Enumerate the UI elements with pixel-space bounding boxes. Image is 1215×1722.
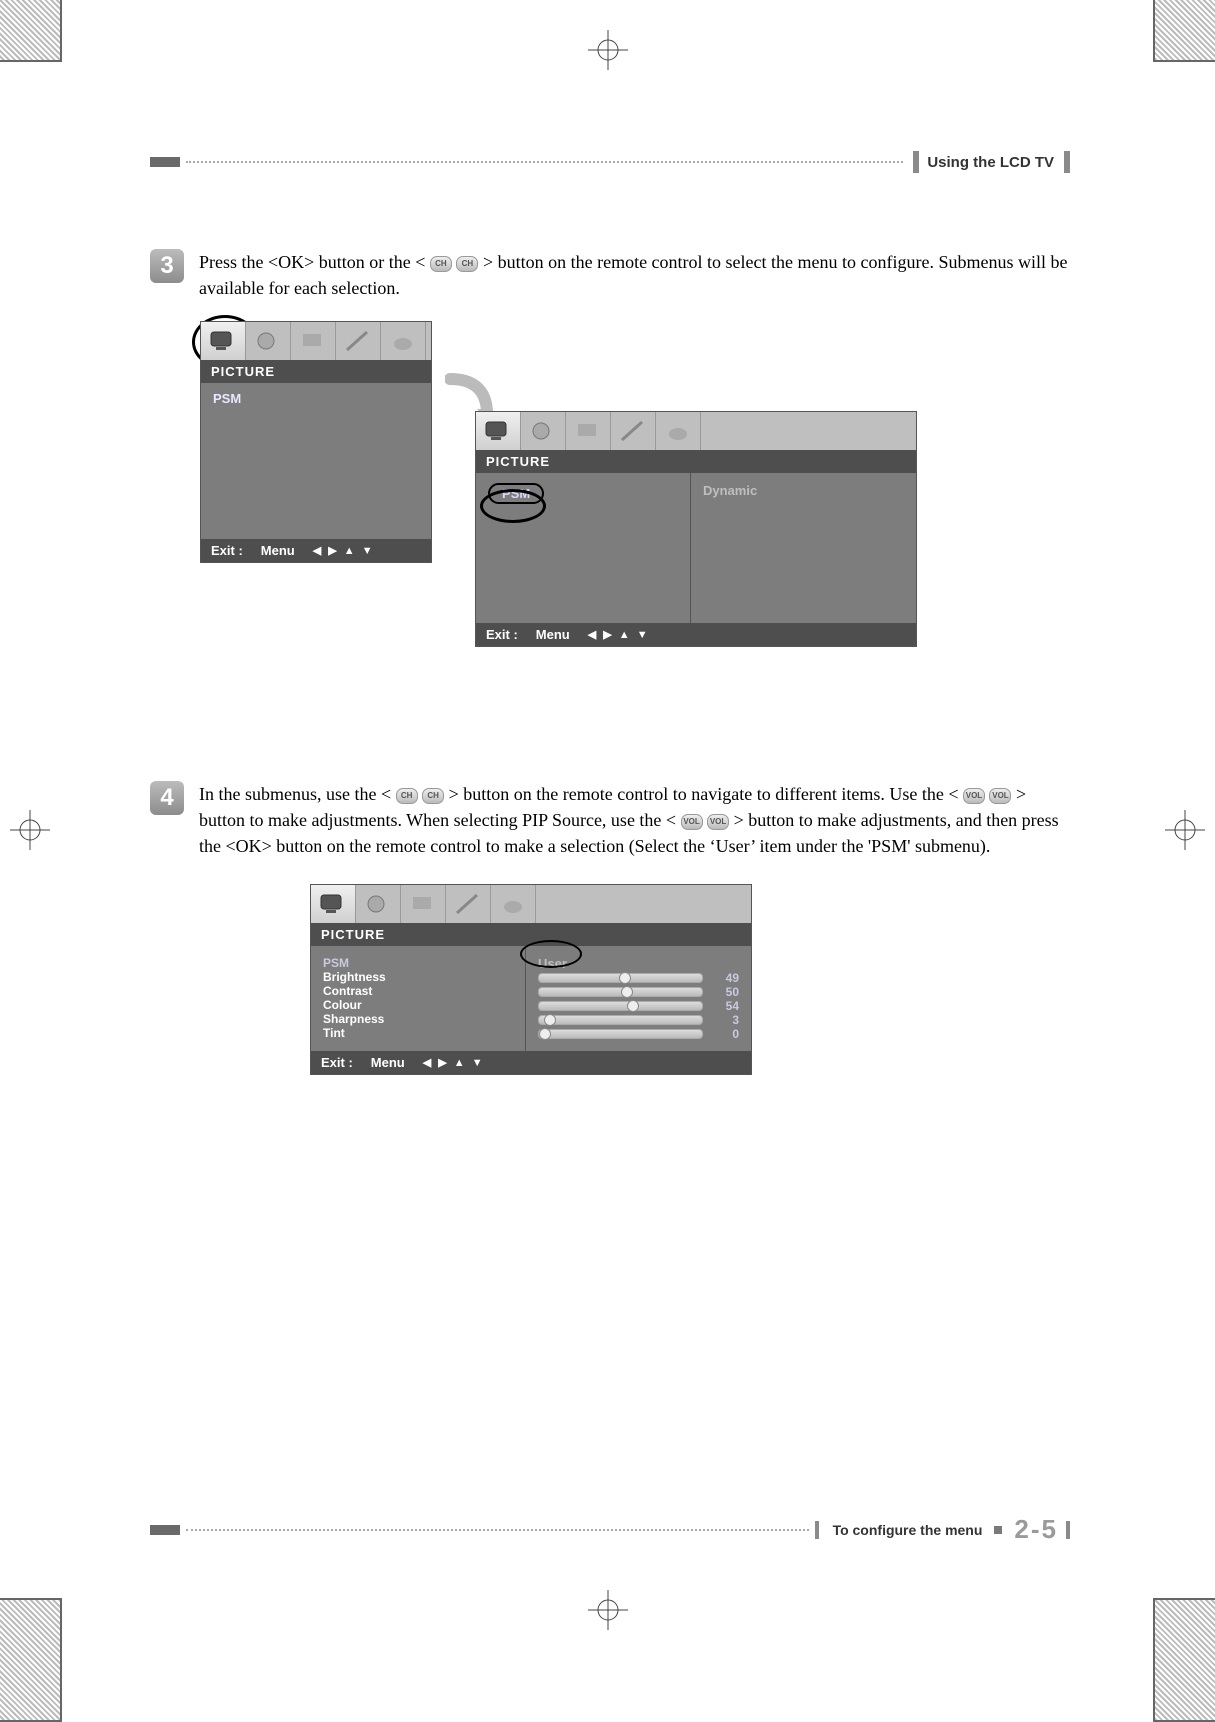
- ch-up-button-icon: CH: [456, 256, 478, 272]
- slider-value: 49: [711, 971, 739, 985]
- osd-title: PICTURE: [201, 360, 431, 383]
- tab-sound-icon: [356, 885, 401, 923]
- nav-arrows-icon: ◀ ▶ ▲ ▼: [423, 1056, 485, 1069]
- osd-footer: Exit : Menu ◀ ▶ ▲ ▼: [201, 539, 431, 562]
- step-number-badge: 4: [150, 781, 184, 815]
- setting-value-row: 54: [538, 999, 739, 1013]
- tab-sound-icon: [521, 412, 566, 450]
- osd-picture-settings: PICTURE PSMBrightnessContrastColourSharp…: [310, 884, 752, 1075]
- setting-label: Sharpness: [323, 1012, 493, 1026]
- setting-label: Tint: [323, 1026, 493, 1040]
- vol-down-button-icon: VOL: [963, 788, 985, 804]
- footer-title: To configure the menu: [833, 1522, 983, 1538]
- setting-label: PSM: [323, 956, 493, 970]
- header-title: Using the LCD TV: [927, 154, 1054, 171]
- tab-install-icon: [336, 322, 381, 360]
- page-number: 2-5: [1014, 1514, 1058, 1545]
- slider-thumb-icon: [627, 1000, 639, 1012]
- slider-thumb-icon: [619, 972, 631, 984]
- step-3-text: Press the <OK> button or the < CH CH > b…: [199, 249, 1070, 301]
- nav-arrows-icon: ◀ ▶ ▲ ▼: [313, 544, 375, 557]
- slider-track: [538, 1001, 703, 1011]
- osd-picture-submenu: PICTURE PSM Dynamic Exit : Menu ◀ ▶ ▲ ▼: [475, 411, 917, 647]
- slider-value: 0: [711, 1027, 739, 1041]
- tab-feature-icon: [566, 412, 611, 450]
- setting-value-row: 50: [538, 985, 739, 999]
- tab-picture-icon: [476, 412, 521, 450]
- tab-channel-icon: [491, 885, 536, 923]
- ch-down-button-icon: CH: [396, 788, 418, 804]
- slider-thumb-icon: [539, 1028, 551, 1040]
- tab-picture-icon: [311, 885, 356, 923]
- setting-row: PSM: [323, 956, 513, 970]
- setting-label: Contrast: [323, 984, 493, 998]
- setting-row: Tint: [323, 1026, 513, 1040]
- footer-bar-icon: [150, 1525, 180, 1535]
- page-header: Using the LCD TV: [150, 155, 1070, 169]
- tab-picture-icon: [201, 322, 246, 360]
- page-footer: To configure the menu 2-5: [150, 1514, 1070, 1545]
- setting-value-row: 3: [538, 1013, 739, 1027]
- setting-label: Colour: [323, 998, 493, 1012]
- vol-up-button-icon: VOL: [989, 788, 1011, 804]
- step-4-text: In the submenus, use the < CH CH > butto…: [199, 781, 1070, 859]
- page-content: Using the LCD TV 3 Press the <OK> button…: [150, 155, 1070, 1075]
- slider-value: 54: [711, 999, 739, 1013]
- slider-value: 50: [711, 985, 739, 999]
- vol-up-button-icon: VOL: [707, 814, 729, 830]
- slider-track: [538, 1015, 703, 1025]
- setting-row: Brightness: [323, 970, 513, 984]
- osd-footer: Exit : Menu ◀ ▶ ▲ ▼: [476, 623, 916, 646]
- step-4: 4 In the submenus, use the < CH CH > but…: [150, 781, 1070, 859]
- setting-row: Colour: [323, 998, 513, 1012]
- header-bar-icon: [150, 157, 180, 167]
- nav-arrows-icon: ◀ ▶ ▲ ▼: [588, 628, 650, 641]
- slider-thumb-icon: [621, 986, 633, 998]
- ch-down-button-icon: CH: [430, 256, 452, 272]
- slider-thumb-icon: [544, 1014, 556, 1026]
- slider-value: 3: [711, 1013, 739, 1027]
- psm-value: Dynamic: [703, 483, 904, 498]
- osd-footer: Exit : Menu ◀ ▶ ▲ ▼: [311, 1051, 751, 1074]
- setting-value-row: 49: [538, 971, 739, 985]
- tab-install-icon: [611, 412, 656, 450]
- osd-picture-menu: PICTURE PSM Exit : Menu ◀ ▶ ▲ ▼: [200, 321, 432, 563]
- highlight-circle-icon: [480, 489, 546, 523]
- tab-channel-icon: [656, 412, 701, 450]
- footer-square-icon: [994, 1526, 1002, 1534]
- tab-feature-icon: [401, 885, 446, 923]
- step-number-badge: 3: [150, 249, 184, 283]
- menu-item-psm: PSM: [213, 391, 419, 406]
- slider-track: [538, 987, 703, 997]
- setting-label: Brightness: [323, 970, 493, 984]
- tab-feature-icon: [291, 322, 336, 360]
- step-3: 3 Press the <OK> button or the < CH CH >…: [150, 249, 1070, 301]
- setting-row: Contrast: [323, 984, 513, 998]
- slider-track: [538, 1029, 703, 1039]
- osd-title: PICTURE: [476, 450, 916, 473]
- setting-row: Sharpness: [323, 1012, 513, 1026]
- tab-sound-icon: [246, 322, 291, 360]
- tab-channel-icon: [381, 322, 426, 360]
- setting-value-row: 0: [538, 1027, 739, 1041]
- step-3-screenshots: PICTURE PSM Exit : Menu ◀ ▶ ▲ ▼: [200, 321, 1070, 741]
- ch-up-button-icon: CH: [422, 788, 444, 804]
- vol-down-button-icon: VOL: [681, 814, 703, 830]
- tab-install-icon: [446, 885, 491, 923]
- slider-track: [538, 973, 703, 983]
